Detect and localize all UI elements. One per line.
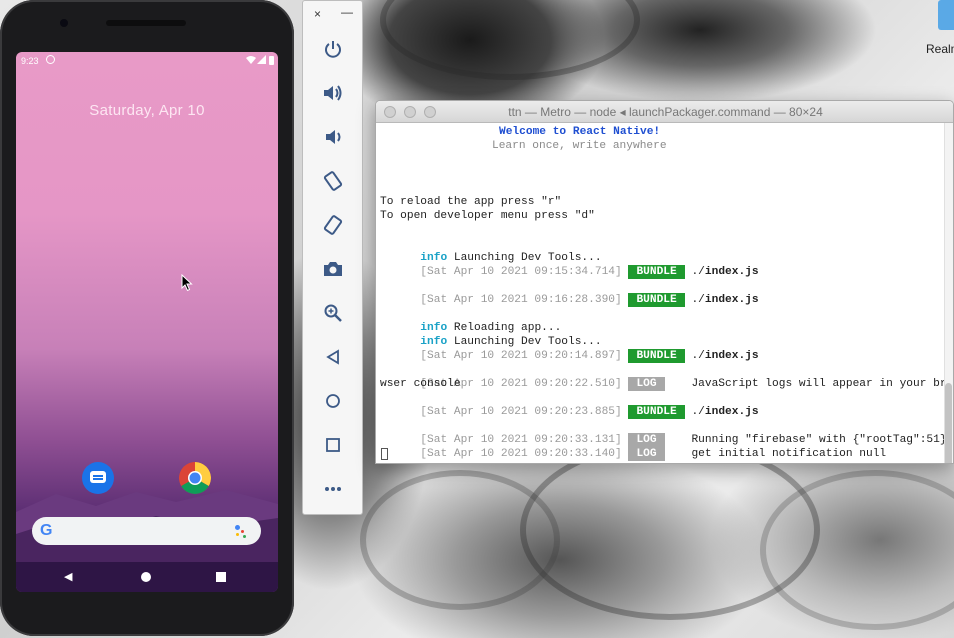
desktop-app-icon[interactable] bbox=[938, 0, 954, 30]
devmenu-hint: To open developer menu press "d" bbox=[380, 210, 595, 222]
rotate-left-icon[interactable] bbox=[319, 167, 347, 195]
bundle-badge: BUNDLE bbox=[628, 293, 685, 307]
navigation-bar: ◀ bbox=[16, 562, 278, 592]
battery-icon bbox=[269, 56, 274, 65]
speaker-grille bbox=[106, 20, 186, 26]
assistant-icon[interactable] bbox=[235, 525, 240, 530]
path-prefix: ./ bbox=[691, 406, 705, 418]
path-prefix: ./ bbox=[691, 294, 705, 306]
home-icon[interactable] bbox=[319, 387, 347, 415]
nav-back-button[interactable]: ◀ bbox=[64, 570, 72, 583]
nav-home-button[interactable] bbox=[141, 572, 151, 582]
log-line-wrap: wser console bbox=[380, 378, 461, 390]
rotate-right-icon[interactable] bbox=[319, 211, 347, 239]
bundle-badge: BUNDLE bbox=[628, 265, 685, 279]
status-time: 9:23 bbox=[21, 56, 39, 66]
bundle-badge: BUNDLE bbox=[628, 349, 685, 363]
terminal-window[interactable]: ttn — Metro — node ◂ launchPackager.comm… bbox=[375, 100, 954, 464]
log-line: [Sat Apr 10 2021 09:20:33.140] LOG get i… bbox=[380, 433, 887, 463]
phone-frame: 9:23 Saturday, Apr 10 G ◀ bbox=[0, 0, 294, 636]
lockscreen-date[interactable]: Saturday, Apr 10 bbox=[16, 102, 278, 119]
signal-icon bbox=[257, 55, 266, 64]
desktop-icon-label[interactable]: Realm bbox=[926, 42, 954, 56]
camera-icon[interactable] bbox=[319, 255, 347, 283]
scrollbar-thumb[interactable] bbox=[945, 383, 952, 463]
power-icon[interactable] bbox=[319, 35, 347, 63]
terminal-scrollbar[interactable] bbox=[944, 123, 953, 463]
toolbar-minimize-button[interactable]: — bbox=[341, 5, 353, 19]
status-bar: 9:23 bbox=[16, 52, 278, 70]
google-logo-icon: G bbox=[40, 522, 53, 539]
log-text: JavaScript logs will appear in your bro bbox=[691, 378, 954, 390]
phone-screen[interactable]: 9:23 Saturday, Apr 10 G ◀ bbox=[16, 52, 278, 592]
zoom-icon[interactable] bbox=[319, 299, 347, 327]
log-badge: LOG bbox=[628, 377, 665, 391]
nav-recents-button[interactable] bbox=[216, 572, 226, 582]
welcome-line: Welcome to React Native! bbox=[499, 126, 661, 138]
reload-hint: To reload the app press "r" bbox=[380, 196, 562, 208]
terminal-title: ttn — Metro — node ◂ launchPackager.comm… bbox=[508, 105, 823, 119]
wallpaper-swirl bbox=[360, 470, 560, 610]
text-cursor bbox=[381, 448, 388, 460]
terminal-output[interactable]: Welcome to React Native! Learn once, wri… bbox=[380, 123, 953, 463]
timestamp: [Sat Apr 10 2021 09:20:14.897] bbox=[420, 350, 622, 362]
file-name: index.js bbox=[704, 406, 759, 418]
volume-down-icon[interactable] bbox=[319, 123, 347, 151]
message-bubble-icon bbox=[90, 471, 106, 483]
path-prefix: ./ bbox=[691, 266, 705, 278]
timestamp: [Sat Apr 10 2021 09:16:28.390] bbox=[420, 294, 622, 306]
log-badge: LOG bbox=[628, 447, 665, 461]
tagline: Learn once, write anywhere bbox=[492, 140, 667, 152]
timestamp: [Sat Apr 10 2021 09:20:33.140] bbox=[420, 448, 622, 460]
assistant-dot bbox=[236, 533, 239, 536]
log-text: get initial notification null bbox=[691, 448, 887, 460]
wifi-icon bbox=[246, 56, 256, 64]
toolbar-close-button[interactable]: × bbox=[314, 7, 321, 21]
back-icon[interactable] bbox=[319, 343, 347, 371]
path-prefix: ./ bbox=[691, 350, 705, 362]
sync-icon bbox=[46, 55, 55, 64]
google-search-bar[interactable]: G bbox=[32, 517, 261, 545]
timestamp: [Sat Apr 10 2021 09:15:34.714] bbox=[420, 266, 622, 278]
file-name: index.js bbox=[704, 350, 759, 362]
assistant-dot bbox=[243, 535, 246, 538]
bundle-badge: BUNDLE bbox=[628, 405, 685, 419]
front-camera bbox=[60, 19, 68, 27]
emulator-toolbar: × — bbox=[302, 0, 363, 515]
overview-icon[interactable] bbox=[319, 431, 347, 459]
file-name: index.js bbox=[704, 266, 759, 278]
chrome-app-icon[interactable] bbox=[179, 462, 211, 494]
assistant-dot bbox=[241, 530, 244, 533]
more-icon[interactable] bbox=[319, 475, 347, 503]
file-name: index.js bbox=[704, 294, 759, 306]
volume-up-icon[interactable] bbox=[319, 79, 347, 107]
messages-app-icon[interactable] bbox=[82, 462, 114, 494]
mouse-cursor-icon bbox=[181, 274, 193, 292]
timestamp: [Sat Apr 10 2021 09:20:23.885] bbox=[420, 406, 622, 418]
terminal-titlebar[interactable]: ttn — Metro — node ◂ launchPackager.comm… bbox=[376, 101, 953, 123]
